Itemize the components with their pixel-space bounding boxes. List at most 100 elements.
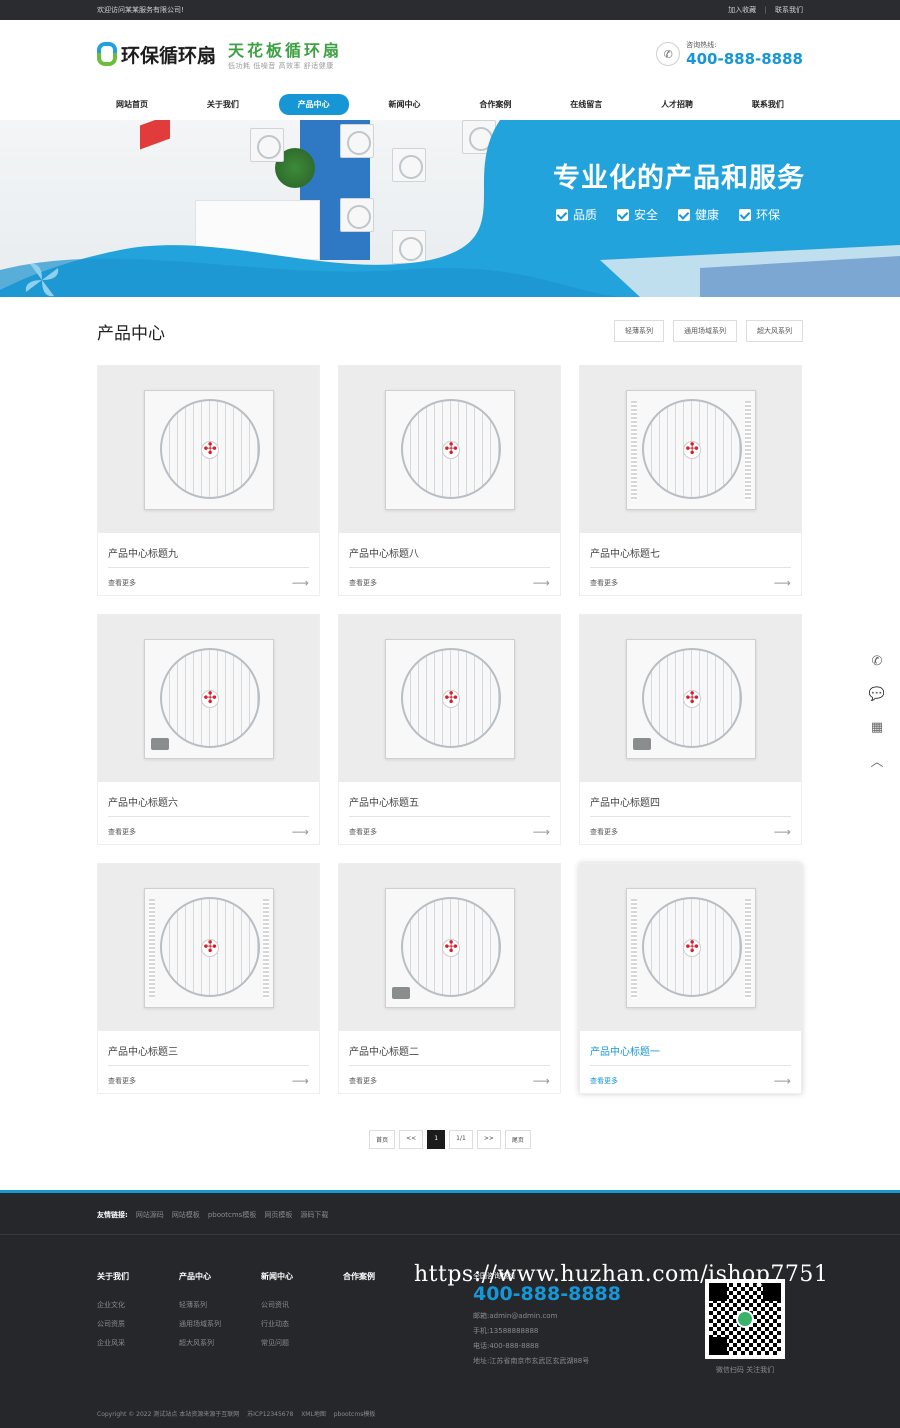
template-link[interactable]: pbootcms模板: [334, 1411, 376, 1418]
friend-link[interactable]: 源码下载: [300, 1210, 328, 1220]
section-title: 产品中心: [97, 323, 165, 344]
nav-item-cases[interactable]: 合作案例: [460, 94, 530, 115]
phone-icon[interactable]: ✆: [864, 648, 890, 674]
friend-link[interactable]: 网站源码: [136, 1210, 164, 1220]
page-current[interactable]: 1: [427, 1130, 446, 1149]
view-more-link[interactable]: 查看更多: [108, 1076, 136, 1086]
product-card[interactable]: 产品中心标题四查看更多 ⟶: [579, 614, 802, 845]
product-more[interactable]: 查看更多 ⟶: [339, 568, 560, 598]
ceiling-fan-icon: [384, 887, 515, 1008]
back-to-top-icon[interactable]: ︿: [864, 747, 890, 773]
view-more-link[interactable]: 查看更多: [108, 578, 136, 588]
product-title[interactable]: 产品中心标题七: [580, 533, 801, 567]
footer-link[interactable]: 公司资质: [97, 1319, 179, 1329]
view-more-link[interactable]: 查看更多: [349, 578, 377, 588]
qr-caption: 微信扫码 关注我们: [715, 1366, 775, 1374]
copyright: Copyright © 2022 测试站点 本站资源来源于互联网 苏ICP123…: [97, 1409, 381, 1418]
product-image[interactable]: [580, 366, 801, 533]
hotline-number: 400-888-8888: [686, 50, 803, 68]
footer-link[interactable]: 企业文化: [97, 1300, 179, 1310]
icp-link[interactable]: 苏ICP12345678: [247, 1411, 293, 1418]
logo[interactable]: 环保循环扇 天花板循环扇 低功耗 低噪音 高效率 舒适健康: [97, 37, 342, 71]
friend-link[interactable]: 网站模板: [172, 1210, 200, 1220]
product-image[interactable]: [339, 366, 560, 533]
footer-link[interactable]: 常见问题: [261, 1338, 343, 1348]
footer-col-heading[interactable]: 关于我们: [97, 1271, 179, 1282]
product-title[interactable]: 产品中心标题六: [98, 782, 319, 816]
product-title[interactable]: 产品中心标题四: [580, 782, 801, 816]
product-more[interactable]: 查看更多 ⟶: [98, 568, 319, 598]
nav-item-message[interactable]: 在线留言: [551, 94, 621, 115]
product-card[interactable]: 产品中心标题二查看更多 ⟶: [338, 863, 561, 1094]
view-more-link[interactable]: 查看更多: [590, 578, 618, 588]
qrcode-icon[interactable]: ▦: [864, 714, 890, 740]
view-more-link[interactable]: 查看更多: [108, 827, 136, 837]
slogan-sub: 低功耗 低噪音 高效率 舒适健康: [228, 62, 334, 70]
product-title[interactable]: 产品中心标题三: [98, 1031, 319, 1065]
product-title[interactable]: 产品中心标题一: [580, 1031, 801, 1065]
nav-item-jobs[interactable]: 人才招聘: [642, 94, 712, 115]
footer-link[interactable]: 轻薄系列: [179, 1300, 261, 1310]
nav-item-contact[interactable]: 联系我们: [733, 94, 803, 115]
ceiling-fan-icon: [143, 638, 274, 759]
product-more[interactable]: 查看更多 ⟶: [98, 1066, 319, 1096]
category-large-airflow[interactable]: 超大风系列: [746, 320, 803, 342]
nav-item-news[interactable]: 新闻中心: [370, 94, 440, 115]
product-image[interactable]: [339, 615, 560, 782]
product-more[interactable]: 查看更多 ⟶: [580, 1066, 801, 1096]
view-more-link[interactable]: 查看更多: [590, 1076, 618, 1086]
friend-link[interactable]: 网页模板: [264, 1210, 292, 1220]
product-image[interactable]: [339, 864, 560, 1031]
footer-col-heading[interactable]: 合作案例: [343, 1271, 425, 1282]
contact-mobile: 手机:13588888888: [473, 1327, 539, 1335]
footer-link[interactable]: 行业动态: [261, 1319, 343, 1329]
product-image[interactable]: [98, 615, 319, 782]
nav-item-products[interactable]: 产品中心: [278, 93, 349, 115]
phone-icon: ✆: [656, 42, 681, 66]
nav-item-about[interactable]: 关于我们: [188, 94, 258, 115]
sitemap-link[interactable]: XML地图: [301, 1411, 326, 1418]
footer-col-heading[interactable]: 产品中心: [179, 1271, 261, 1282]
friend-link[interactable]: pbootcms模板: [208, 1210, 257, 1220]
product-image[interactable]: [98, 366, 319, 533]
product-card[interactable]: 产品中心标题九查看更多 ⟶: [97, 365, 320, 596]
product-title[interactable]: 产品中心标题九: [98, 533, 319, 567]
product-more[interactable]: 查看更多 ⟶: [580, 568, 801, 598]
product-image[interactable]: [98, 864, 319, 1031]
page-next[interactable]: >>: [476, 1130, 501, 1149]
footer-link[interactable]: 超大风系列: [179, 1338, 261, 1348]
page-prev[interactable]: <<: [399, 1130, 424, 1149]
page-first[interactable]: 首页: [369, 1130, 396, 1149]
product-card[interactable]: 产品中心标题五查看更多 ⟶: [338, 614, 561, 845]
topbar-contact-link[interactable]: 联系我们: [775, 6, 803, 14]
footer-link[interactable]: 通用场域系列: [179, 1319, 261, 1329]
view-more-link[interactable]: 查看更多: [349, 1076, 377, 1086]
view-more-link[interactable]: 查看更多: [349, 827, 377, 837]
product-title[interactable]: 产品中心标题五: [339, 782, 560, 816]
product-more[interactable]: 查看更多 ⟶: [339, 1066, 560, 1096]
category-general[interactable]: 通用场域系列: [673, 320, 737, 342]
chat-icon[interactable]: 💬: [864, 681, 890, 707]
footer-link[interactable]: 公司资讯: [261, 1300, 343, 1310]
product-more[interactable]: 查看更多 ⟶: [339, 817, 560, 847]
product-title[interactable]: 产品中心标题二: [339, 1031, 560, 1065]
view-more-link[interactable]: 查看更多: [590, 827, 618, 837]
contact-phone: 电话:400-888-8888: [473, 1342, 539, 1350]
product-image[interactable]: [580, 864, 801, 1031]
product-card[interactable]: 产品中心标题七查看更多 ⟶: [579, 365, 802, 596]
product-card[interactable]: 产品中心标题一查看更多 ⟶: [579, 863, 802, 1094]
ceiling-fan-icon: [143, 389, 274, 510]
category-slim[interactable]: 轻薄系列: [614, 320, 664, 342]
product-title[interactable]: 产品中心标题八: [339, 533, 560, 567]
add-favorite-link[interactable]: 加入收藏: [728, 6, 756, 14]
product-image[interactable]: [580, 615, 801, 782]
footer-link[interactable]: 企业风采: [97, 1338, 179, 1348]
product-card[interactable]: 产品中心标题三查看更多 ⟶: [97, 863, 320, 1094]
footer-col-heading[interactable]: 新闻中心: [261, 1271, 343, 1282]
product-more[interactable]: 查看更多 ⟶: [98, 817, 319, 847]
nav-item-home[interactable]: 网站首页: [97, 94, 167, 115]
product-card[interactable]: 产品中心标题八查看更多 ⟶: [338, 365, 561, 596]
page-last[interactable]: 尾页: [504, 1130, 531, 1149]
product-card[interactable]: 产品中心标题六查看更多 ⟶: [97, 614, 320, 845]
product-more[interactable]: 查看更多 ⟶: [580, 817, 801, 847]
